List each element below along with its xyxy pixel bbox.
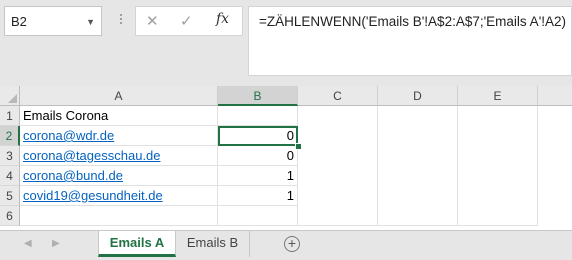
formula-input[interactable]: =ZÄHLENWENN('Emails B'!A$2:A$7;'Emails A… [248,6,572,76]
cell-a6[interactable] [20,206,218,226]
insert-function-icon[interactable]: fx [216,11,229,27]
cell-a1[interactable]: Emails Corona [20,106,218,126]
select-all-button[interactable] [0,86,20,106]
spreadsheet-grid: A B C D E 1 Emails Corona 2 corona@wdr.d… [0,86,572,230]
enter-icon[interactable]: ✓ [180,12,193,30]
formula-bar-area: B2 ▼ ✕ ✓ fx =ZÄHLENWENN('Emails B'!A$2:A… [0,0,572,86]
scroll-right-icon[interactable]: ▶ [52,238,60,249]
cell-b1[interactable] [218,106,298,126]
cell-a2[interactable]: corona@wdr.de [20,126,218,146]
cell-b4[interactable]: 1 [218,166,298,186]
column-header-e[interactable]: E [458,86,538,106]
sheet-tab-emails-a[interactable]: Emails A [98,231,176,257]
fill-handle[interactable] [295,143,302,150]
scroll-left-icon[interactable]: ◀ [24,238,32,249]
name-box-value: B2 [11,14,27,29]
cell-b6[interactable] [218,206,298,226]
cell-a3[interactable]: corona@tagesschau.de [20,146,218,166]
cancel-icon[interactable]: ✕ [146,12,159,30]
cells-column-c[interactable] [298,106,378,226]
drag-handle-icon[interactable] [116,12,126,28]
cell-b5[interactable]: 1 [218,186,298,206]
sheet-tab-emails-b[interactable]: Emails B [176,231,250,257]
column-header-b[interactable]: B [218,86,298,106]
row-header-1[interactable]: 1 [0,106,20,126]
chevron-down-icon[interactable]: ▼ [86,17,95,27]
cells-column-d[interactable] [378,106,458,226]
cell-a5[interactable]: covid19@gesundheit.de [20,186,218,206]
add-sheet-icon[interactable]: + [284,236,300,252]
column-header-c[interactable]: C [298,86,378,106]
column-header-f[interactable] [538,86,572,106]
row-header-5[interactable]: 5 [0,186,20,206]
formula-buttons: ✕ ✓ fx [135,6,243,36]
active-cell-border [218,126,298,146]
row-header-3[interactable]: 3 [0,146,20,166]
row-header-2[interactable]: 2 [0,126,20,146]
column-header-a[interactable]: A [20,86,218,106]
cells-column-e[interactable] [458,106,538,226]
cell-b3[interactable]: 0 [218,146,298,166]
cell-a4[interactable]: corona@bund.de [20,166,218,186]
name-box[interactable]: B2 ▼ [4,6,102,36]
row-header-6[interactable]: 6 [0,206,20,226]
sheet-tab-bar: ◀ ▶ Emails A Emails B + [0,230,572,260]
column-header-d[interactable]: D [378,86,458,106]
row-header-4[interactable]: 4 [0,166,20,186]
